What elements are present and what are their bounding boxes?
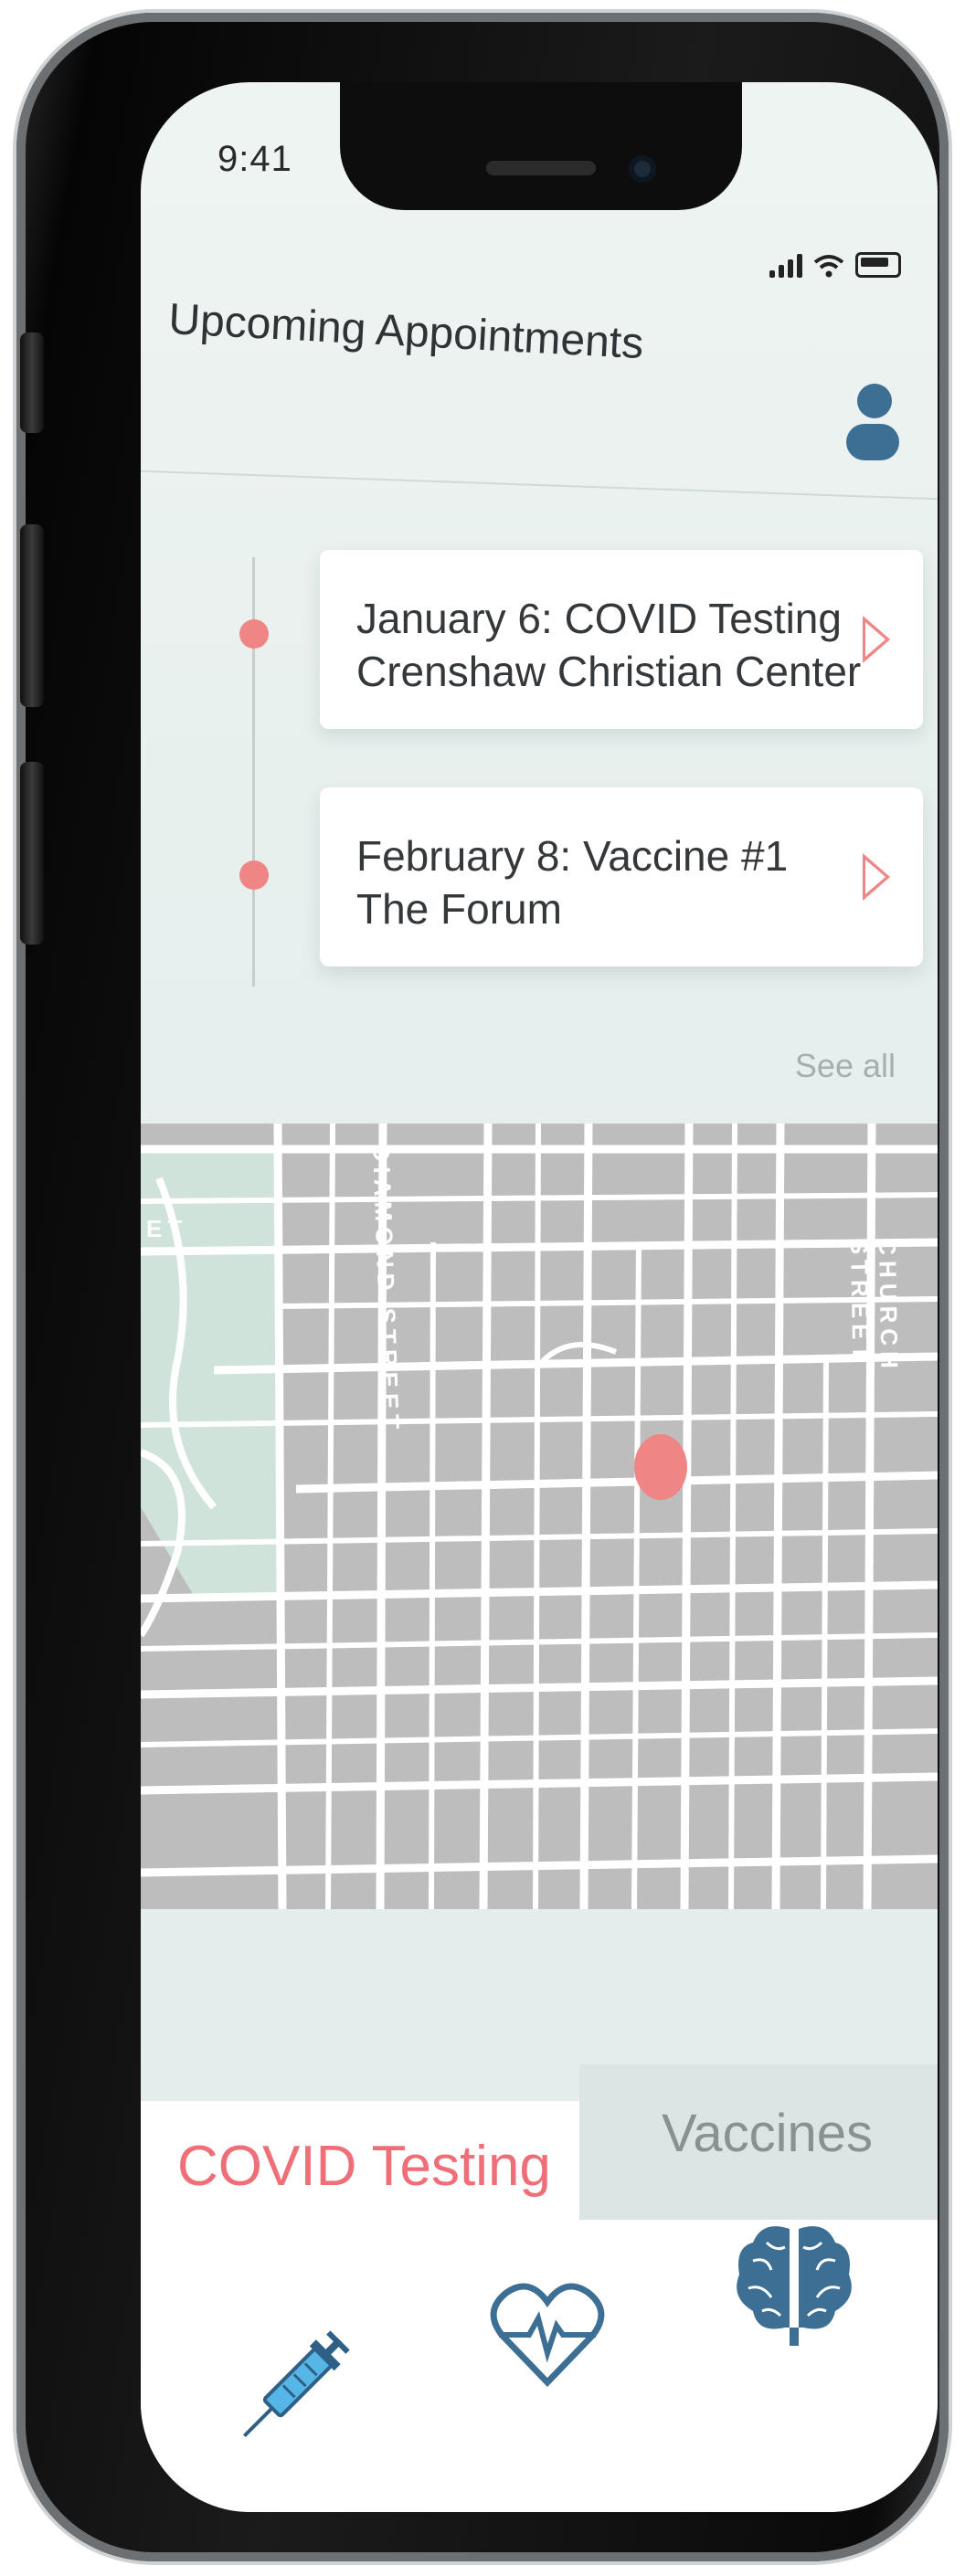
timeline-dot-2 [239, 860, 269, 890]
wifi-icon [813, 255, 844, 278]
appointment-text: February 8: Vaccine #1 The Forum [356, 829, 788, 935]
header-divider [141, 470, 938, 501]
appointment-title: February 8: Vaccine #1 [356, 832, 789, 880]
appointment-location: Crenshaw Christian Center [356, 648, 862, 695]
tab-vaccines-label: Vaccines [662, 2104, 874, 2163]
tab-covid-testing-label: COVID Testing [177, 2135, 551, 2198]
device-notch [340, 82, 742, 210]
appointment-card-1[interactable]: January 6: COVID Testing Crenshaw Christ… [320, 550, 923, 729]
syringe-icon[interactable] [223, 2320, 360, 2457]
status-icons [769, 252, 901, 278]
brain-icon[interactable] [735, 2220, 854, 2348]
appointment-text: January 6: COVID Testing Crenshaw Christ… [356, 592, 861, 698]
battery-icon [855, 252, 901, 278]
speaker-grille [486, 161, 596, 175]
user-icon-body [846, 424, 899, 460]
cellular-signal-icon [769, 254, 802, 278]
location-pin-icon[interactable] [634, 1434, 687, 1500]
phone-frame: 9:41 Upcoming Appointments January 6: CO… [16, 13, 949, 2561]
user-icon [857, 384, 892, 418]
appointment-card-2[interactable]: February 8: Vaccine #1 The Forum [320, 787, 923, 966]
chevron-right-icon[interactable] [863, 616, 890, 663]
tab-bar: COVID Testing Vaccines [141, 2064, 938, 2220]
timeline-dot-1 [239, 619, 269, 649]
map-view[interactable]: DIAMOND STREET CHURCH STREET ET [141, 1124, 938, 1909]
volume-down-button [20, 762, 44, 945]
street-label-church: CHURCH STREET [845, 1238, 904, 1375]
app-screen: 9:41 Upcoming Appointments January 6: CO… [141, 82, 938, 2512]
see-all-link[interactable]: See all [795, 1047, 896, 1085]
heart-pulse-icon[interactable] [488, 2275, 607, 2393]
silent-switch [20, 333, 44, 433]
appointment-title: January 6: COVID Testing [356, 595, 842, 642]
profile-button[interactable] [844, 384, 901, 466]
tab-covid-testing[interactable]: COVID Testing [141, 2101, 579, 2220]
map-streets [141, 1124, 938, 1909]
volume-up-button [20, 524, 44, 707]
page-title: Upcoming Appointments [167, 294, 645, 369]
chevron-right-icon[interactable] [863, 853, 890, 901]
front-camera [629, 155, 656, 183]
appointment-location: The Forum [356, 885, 562, 933]
bottom-nav [141, 2220, 938, 2512]
street-label-park-edge: ET [146, 1215, 188, 1242]
tab-vaccines[interactable]: Vaccines [579, 2064, 938, 2220]
status-time: 9:41 [217, 139, 292, 179]
